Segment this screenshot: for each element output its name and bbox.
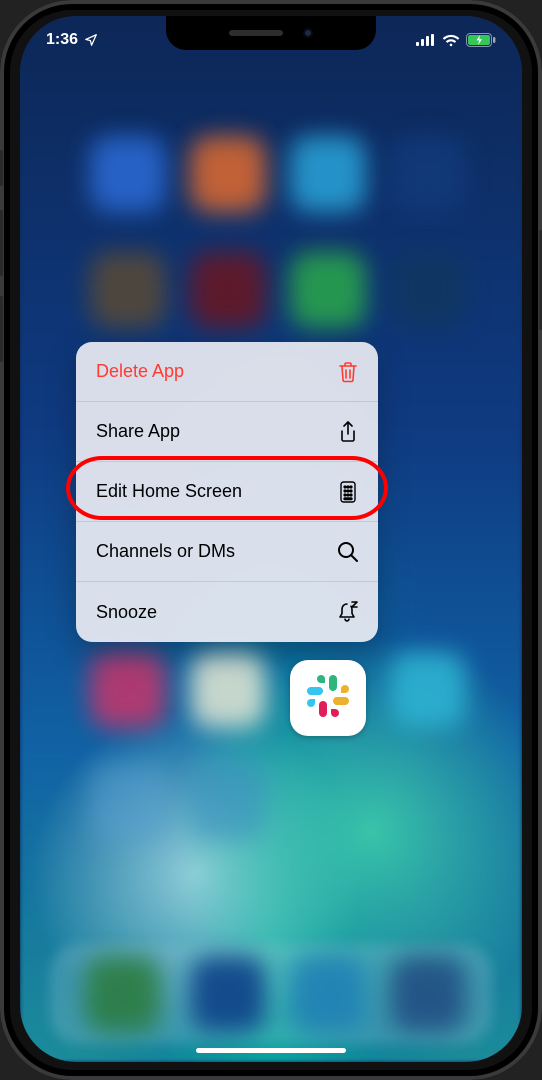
blurred-app-icon: [390, 136, 466, 212]
cellular-signal-icon: [416, 34, 436, 46]
menu-item-channels-or-dms[interactable]: Channels or DMs: [76, 522, 378, 582]
screen: 1:36 Delete App: [20, 16, 522, 1062]
earpiece-speaker: [229, 30, 283, 36]
clock-label: 1:36: [46, 31, 78, 49]
share-icon: [336, 420, 360, 444]
front-camera: [303, 28, 313, 38]
trash-icon: [336, 360, 360, 384]
apps-grid-icon: [336, 480, 360, 504]
blurred-dock-icon: [390, 956, 466, 1032]
menu-item-label: Edit Home Screen: [96, 481, 242, 502]
mute-switch: [0, 150, 3, 186]
blurred-app-icon: [190, 136, 266, 212]
phone-frame: 1:36 Delete App: [0, 0, 542, 1080]
wifi-icon: [442, 34, 460, 47]
blurred-app-icon: [190, 252, 266, 328]
menu-item-label: Delete App: [96, 361, 184, 382]
menu-item-edit-home-screen[interactable]: Edit Home Screen: [76, 462, 378, 522]
context-menu: Delete App Share App Edit Home Screen Ch…: [76, 342, 378, 642]
slack-logo-icon: [303, 671, 353, 726]
menu-item-snooze[interactable]: Snooze: [76, 582, 378, 642]
blurred-dock-icon: [290, 956, 366, 1032]
search-icon: [336, 540, 360, 564]
app-icon-slack[interactable]: [290, 660, 366, 736]
blurred-dock-icon: [190, 956, 266, 1032]
volume-down-button: [0, 296, 3, 362]
blurred-app-icon: [190, 764, 266, 840]
blurred-app-icon: [90, 652, 166, 728]
location-icon: [84, 33, 98, 47]
menu-item-delete-app[interactable]: Delete App: [76, 342, 378, 402]
blurred-app-icon: [90, 764, 166, 840]
battery-charging-icon: [466, 33, 496, 47]
blurred-app-icon: [290, 136, 366, 212]
status-right: [416, 33, 496, 47]
home-indicator[interactable]: [196, 1048, 346, 1053]
blurred-dock-icon: [85, 956, 161, 1032]
menu-item-label: Share App: [96, 421, 180, 442]
menu-item-share-app[interactable]: Share App: [76, 402, 378, 462]
blurred-app-icon: [190, 652, 266, 728]
menu-item-label: Channels or DMs: [96, 541, 235, 562]
blurred-app-icon: [390, 652, 466, 728]
notch: [166, 16, 376, 50]
blurred-app-icon: [290, 252, 366, 328]
blurred-app-icon: [90, 136, 166, 212]
status-left: 1:36: [46, 31, 98, 49]
bell-snooze-icon: [336, 600, 360, 624]
blurred-app-icon: [390, 252, 466, 328]
blurred-app-icon: [90, 252, 166, 328]
menu-item-label: Snooze: [96, 602, 157, 623]
volume-up-button: [0, 210, 3, 276]
